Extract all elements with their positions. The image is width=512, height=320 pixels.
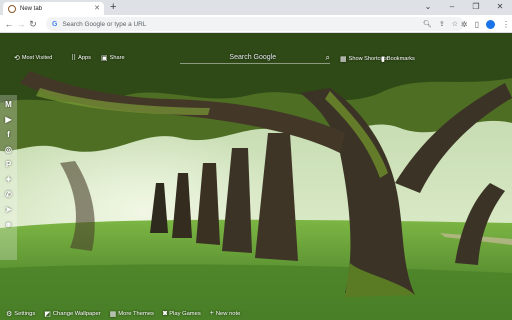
menu-icon[interactable]: ⋮	[502, 20, 510, 29]
bookmarks-label: Bookmarks	[386, 56, 415, 62]
google-g-icon: G	[52, 20, 58, 28]
tab-strip: New tab ✕ + ⌄ – ❐ ✕	[0, 0, 512, 15]
tab-favicon-icon	[8, 4, 16, 13]
new-tab-topbar: ⟲ Most Visited ⠿ Apps ▣ Share Search Goo…	[0, 51, 512, 67]
bookmarks-button[interactable]: ▮ Bookmarks	[381, 55, 415, 63]
omnibox[interactable]: G Search Google or type a URL 🔍︎ ⇪ ☆	[46, 17, 464, 31]
new-tab-page: ⟲ Most Visited ⠿ Apps ▣ Share Search Goo…	[0, 33, 512, 320]
gear-icon: ⚙	[6, 310, 13, 318]
social-sidebar: M ▶ f ◎ P ✦ ✆ ➤ ☻	[0, 95, 17, 260]
whatsapp-icon[interactable]: ✆	[2, 187, 15, 202]
share-icon: ▣	[101, 55, 108, 62]
bookmark-icon: ▮	[381, 56, 385, 63]
new-tab-footer: ⚙ Settings ◩ Change Wallpaper ▦ More The…	[0, 307, 512, 320]
pinterest-icon[interactable]: P	[2, 157, 15, 172]
share-button[interactable]: ▣ Share	[101, 54, 125, 62]
telegram-icon[interactable]: ➤	[2, 202, 15, 217]
change-wallpaper-button[interactable]: ◩ Change Wallpaper	[44, 310, 100, 318]
change-wallpaper-label: Change Wallpaper	[52, 310, 101, 317]
apps-grid-icon: ⠿	[71, 55, 77, 62]
search-input[interactable]: Search Google	[180, 54, 326, 61]
new-tab-button[interactable]: +	[110, 1, 116, 14]
tab-title: New tab	[20, 5, 43, 12]
back-icon[interactable]: ←	[3, 15, 15, 33]
new-note-button[interactable]: + New note	[210, 310, 241, 317]
share-label: Share	[109, 55, 125, 61]
gmail-icon[interactable]: M	[2, 97, 15, 112]
play-games-label: Play Games	[169, 310, 201, 317]
google-search-box[interactable]: Search Google ⌕	[180, 52, 330, 64]
tab-new-tab[interactable]: New tab ✕	[3, 2, 104, 15]
browser-toolbar: ← → ↻ G Search Google or type a URL 🔍︎ ⇪…	[0, 15, 512, 33]
instagram-icon[interactable]: ◎	[2, 142, 15, 157]
side-panel-icon[interactable]: ▯	[475, 20, 479, 29]
extensions-icon[interactable]: ✲	[461, 20, 468, 29]
reddit-icon[interactable]: ☻	[2, 217, 15, 232]
settings-label: Settings	[14, 310, 36, 317]
search-icon[interactable]: ⌕	[326, 53, 330, 63]
new-note-label: New note	[215, 310, 241, 317]
minimize-icon[interactable]: –	[440, 2, 464, 11]
oak-alley-wallpaper	[0, 33, 512, 320]
tab-close-icon[interactable]: ✕	[94, 5, 100, 12]
settings-button[interactable]: ⚙ Settings	[6, 310, 35, 318]
history-icon: ⟲	[14, 55, 20, 62]
twitter-icon[interactable]: ✦	[2, 172, 15, 187]
shortcuts-icon: ▦	[340, 56, 347, 63]
tab-search-icon[interactable]: ⌄	[416, 2, 440, 11]
restore-icon[interactable]: ❐	[464, 2, 488, 11]
share-page-icon[interactable]: ⇪	[439, 20, 445, 28]
forward-icon[interactable]: →	[15, 15, 27, 33]
more-themes-button[interactable]: ▦ More Themes	[110, 310, 154, 318]
more-themes-label: More Themes	[118, 310, 154, 317]
facebook-icon[interactable]: f	[2, 127, 15, 142]
wallpaper-icon: ◩	[44, 310, 51, 318]
plus-icon: +	[209, 310, 214, 317]
reload-icon[interactable]: ↻	[27, 15, 39, 33]
profile-avatar[interactable]	[486, 19, 495, 29]
apps-button[interactable]: ⠿ Apps	[71, 54, 91, 62]
gamepad-icon: ◙	[162, 310, 168, 317]
youtube-icon[interactable]: ▶	[2, 112, 15, 127]
themes-grid-icon: ▦	[109, 310, 117, 318]
zoom-icon[interactable]: 🔍︎	[423, 20, 432, 28]
close-window-icon[interactable]: ✕	[488, 2, 512, 11]
most-visited-label: Most Visited	[21, 55, 53, 61]
play-games-button[interactable]: ◙ Play Games	[163, 310, 201, 317]
most-visited-button[interactable]: ⟲ Most Visited	[14, 54, 52, 62]
window-controls: ⌄ – ❐ ✕	[416, 0, 512, 13]
apps-label: Apps	[78, 55, 91, 61]
omnibox-input[interactable]: Search Google or type a URL	[62, 21, 416, 28]
